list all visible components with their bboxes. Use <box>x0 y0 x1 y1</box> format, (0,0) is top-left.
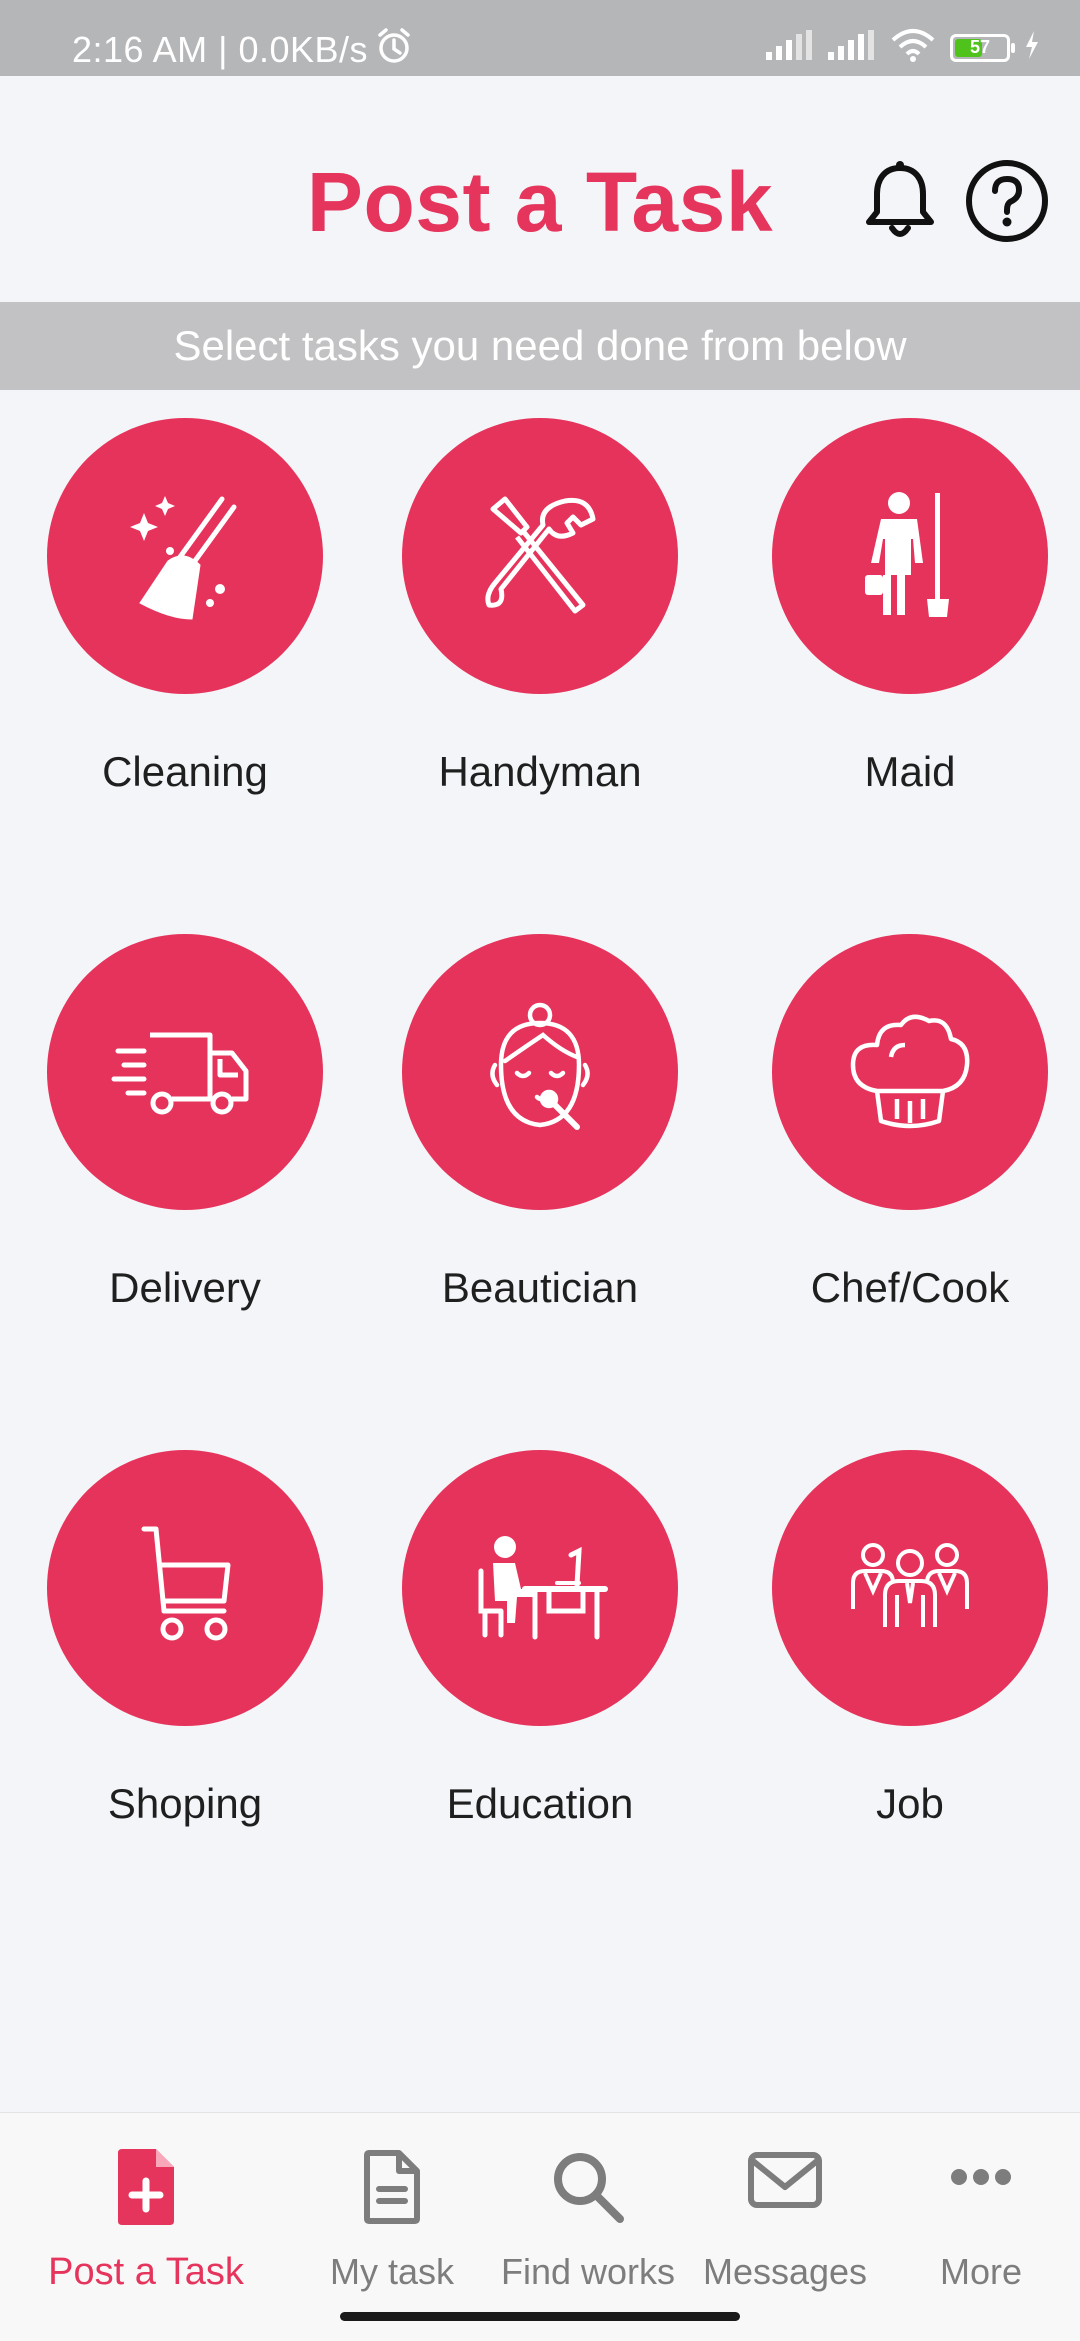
category-circle[interactable] <box>402 418 678 694</box>
wifi-icon <box>890 28 936 67</box>
home-indicator <box>340 2312 740 2321</box>
document-plus-icon <box>116 2149 176 2230</box>
category-label: Delivery <box>109 1264 261 1311</box>
search-icon <box>550 2149 626 2230</box>
broom-icon <box>110 479 260 634</box>
category-handyman[interactable]: Handyman <box>355 418 725 838</box>
signal-icon <box>766 30 814 65</box>
category-job[interactable]: Job <box>725 1450 1080 1870</box>
category-education[interactable]: Education <box>355 1450 725 1870</box>
category-label: Maid <box>864 748 956 795</box>
category-label: Beautician <box>441 1264 639 1311</box>
category-chef-cook[interactable]: Chef/Cook <box>725 934 1080 1354</box>
alarm-icon <box>374 26 414 71</box>
tools-icon <box>465 479 615 634</box>
category-circle[interactable] <box>772 418 1048 694</box>
nav-my-task[interactable]: My task <box>284 2133 500 2313</box>
help-icon[interactable] <box>964 158 1050 249</box>
category-label: Chef/Cook <box>810 1264 1010 1311</box>
category-beautician[interactable]: Beautician <box>355 934 725 1354</box>
category-circle[interactable] <box>772 934 1048 1210</box>
category-delivery[interactable]: Delivery <box>0 934 370 1354</box>
battery-text: 57 <box>969 37 991 57</box>
chef-hat-icon <box>835 995 985 1150</box>
nav-find-works[interactable]: Find works <box>480 2133 696 2313</box>
nav-more[interactable]: More <box>873 2133 1080 2313</box>
cart-icon <box>110 1511 260 1666</box>
category-label: Job <box>876 1780 944 1827</box>
category-circle[interactable] <box>47 1450 323 1726</box>
envelope-icon <box>747 2149 823 2214</box>
category-maid[interactable]: Maid <box>725 418 1080 838</box>
truck-icon <box>110 995 260 1150</box>
category-shoping[interactable]: Shoping <box>0 1450 370 1870</box>
category-label: Cleaning <box>102 748 268 795</box>
battery-icon: 57 <box>950 33 1015 62</box>
signal-icon <box>828 30 876 65</box>
nav-post-a-task[interactable]: Post a Task <box>38 2133 254 2313</box>
category-circle[interactable] <box>402 934 678 1210</box>
category-circle[interactable] <box>402 1450 678 1726</box>
more-dots-icon <box>949 2167 1013 2192</box>
nav-label: Post a Task <box>48 2251 244 2293</box>
status-bar: 2:16 AM | 0.0KB/s 57 <box>0 0 1080 76</box>
desk-study-icon <box>465 1511 615 1666</box>
bell-icon[interactable] <box>860 158 940 249</box>
document-icon <box>363 2149 421 2230</box>
nav-label: More <box>939 2251 1023 2292</box>
maid-icon <box>835 479 985 634</box>
category-circle[interactable] <box>772 1450 1048 1726</box>
category-cleaning[interactable]: Cleaning <box>0 418 370 838</box>
category-label: Education <box>446 1780 634 1827</box>
header: Post a Task <box>0 76 1080 302</box>
category-circle[interactable] <box>47 934 323 1210</box>
bottom-nav: Post a Task My task Find works Messages … <box>0 2112 1080 2341</box>
category-label: Shoping <box>107 1780 263 1827</box>
status-time: 2:16 AM | 0.0KB/s <box>72 29 369 70</box>
category-circle[interactable] <box>47 418 323 694</box>
nav-messages[interactable]: Messages <box>677 2133 893 2313</box>
nav-label: My task <box>329 2251 454 2292</box>
subtitle-bar: Select tasks you need done from below <box>0 302 1080 390</box>
category-label: Handyman <box>438 748 642 795</box>
nav-label: Find works <box>500 2251 676 2292</box>
people-group-icon <box>835 1511 985 1666</box>
makeup-face-icon <box>465 995 615 1150</box>
nav-label: Messages <box>702 2251 868 2292</box>
charging-icon <box>1024 31 1040 64</box>
